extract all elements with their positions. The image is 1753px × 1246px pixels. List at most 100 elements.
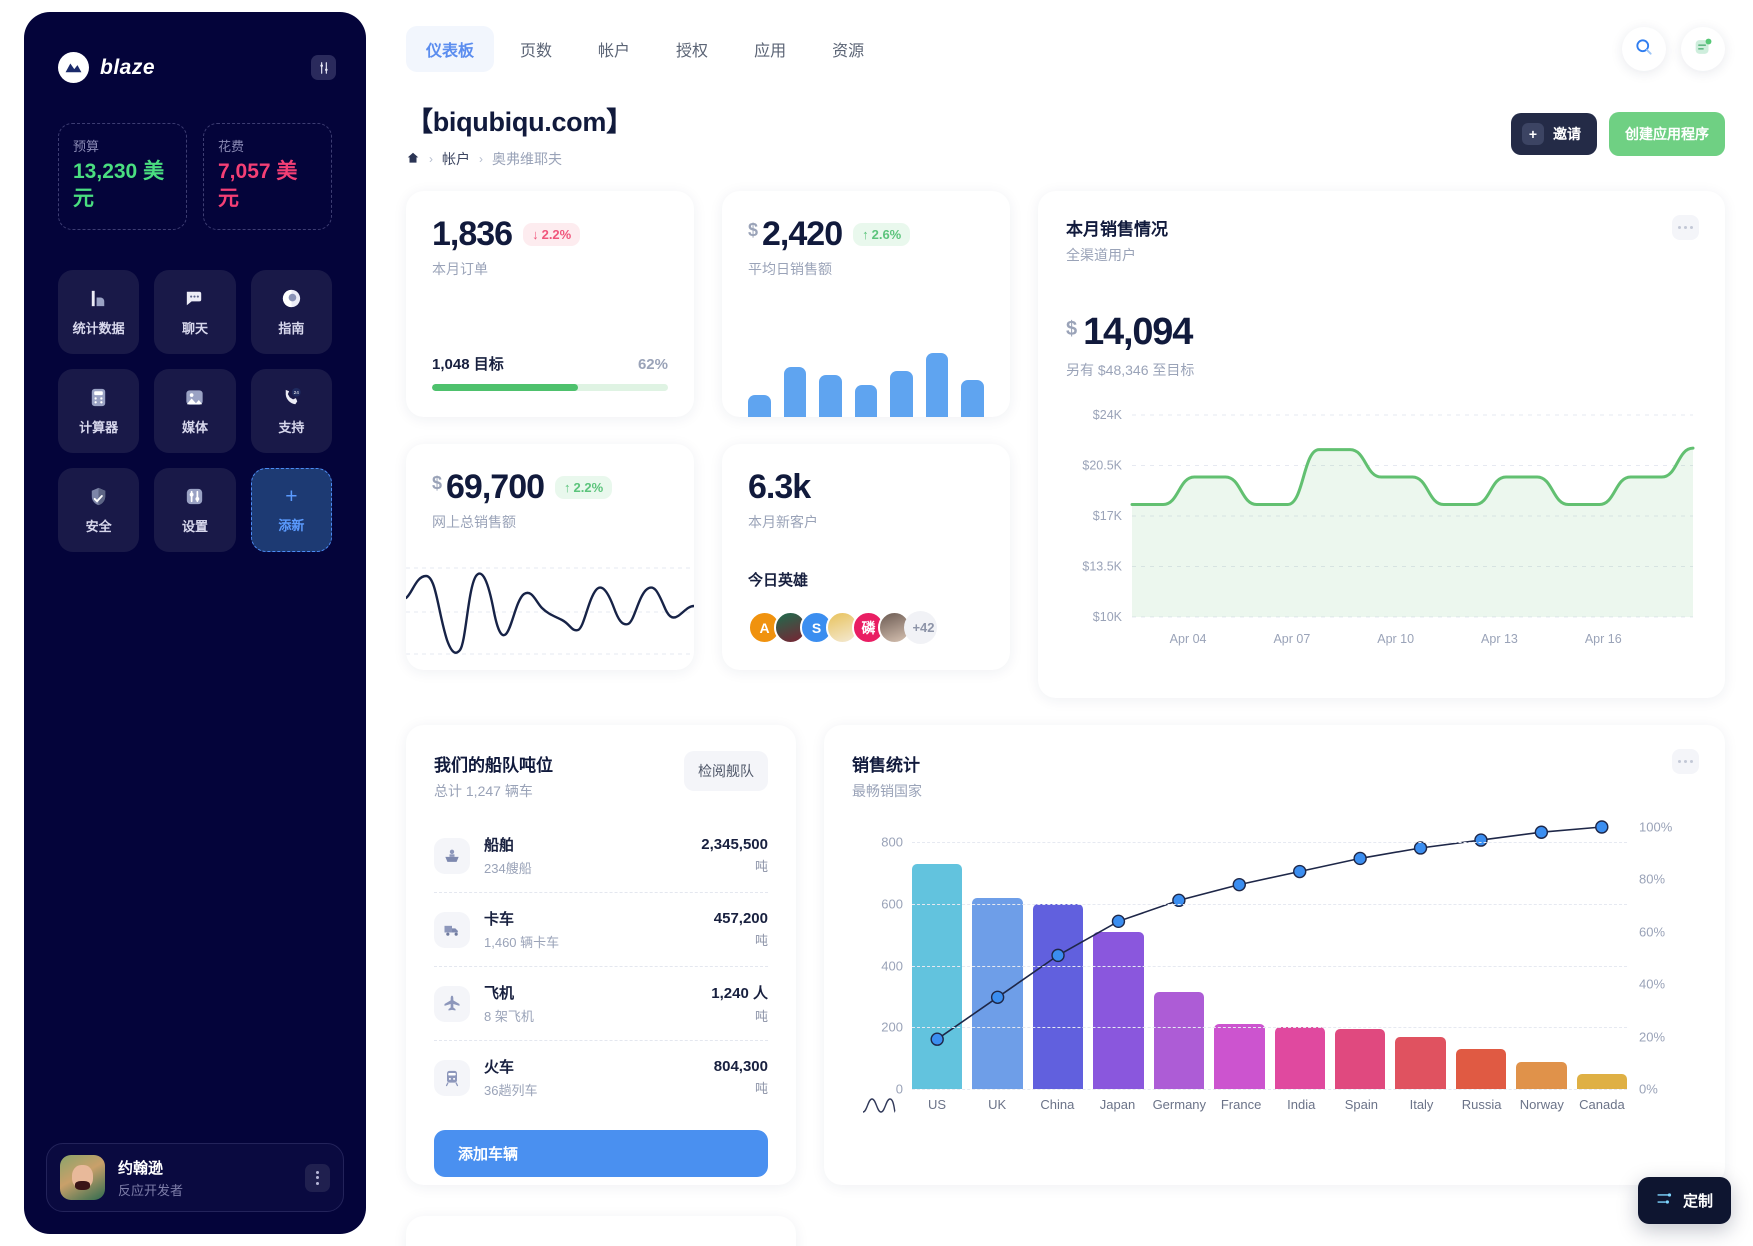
new-customers-label: 本月新客户 [748,514,818,530]
breadcrumb-separator: › [479,152,483,166]
sidebar-tile-guide[interactable]: 指南 [250,269,332,354]
arrow-down-icon: ↓ [532,227,539,242]
sidebar-user-card[interactable]: 约翰逊 反应开发者 [46,1143,344,1212]
orders-label: 本月订单 [432,261,488,277]
monthly-sales-subtitle: 全渠道用户 [1066,247,1136,263]
sidebar-tile-statistics[interactable]: 统计数据 [58,269,140,354]
more-horizontal-icon[interactable] [1672,215,1699,240]
invite-button[interactable]: + 邀请 [1511,113,1597,155]
monthly-sales-currency: $ [1066,318,1078,340]
card-new-customers: 6.3k 本月新客户 今日英雄 A S 磷 +42 [722,444,1010,670]
pareto-y-label: 200 [881,1019,903,1035]
sidebar-tile-label: 聊天 [181,320,208,336]
area-chart-xtick: Apr 07 [1273,632,1310,646]
bottom-row: 我们的船队吨位 总计 1,247 辆车 检阅舰队 船舶 234艘船 2,345,… [406,698,1725,1185]
pareto-line-path [936,826,1602,1040]
search-button[interactable] [1622,27,1666,71]
home-icon[interactable] [406,151,420,168]
sidebar-tile-calculator[interactable]: 计算器 [58,368,140,453]
orders-goal-row: 1,048 目标 62% [432,353,668,374]
tab-accounts[interactable]: 帐户 [578,26,650,72]
sales-statistics-pareto-chart: 0 200 400 600 800 0% 20% 40% 60% 80% 100% US UK Chin… [852,815,1697,1145]
area-chart-fill [1132,448,1693,617]
fleet-row-text: 火车 36趟列车 [484,1056,537,1099]
fleet-unit: 吨 [754,933,768,948]
orders-goal: 1,048 目标 62% [432,353,668,391]
breadcrumb-item-account[interactable]: 帐户 [442,149,470,169]
pareto-y2-label: 100% [1639,819,1673,835]
tab-apps[interactable]: 应用 [734,26,806,72]
orders-goal-label: 1,048 目标 [432,356,504,373]
hero-avatar-overflow[interactable]: +42 [904,611,937,644]
pareto-line-point [990,990,1005,1005]
pareto-line-point [1051,948,1065,963]
sidebar-tile-label: 统计数据 [72,320,125,336]
customize-label: 定制 [1682,1193,1713,1210]
sidebar-tile-security[interactable]: 安全 [58,467,140,552]
sliders-icon [183,485,206,508]
pareto-gridline [912,842,1627,844]
review-fleet-button[interactable]: 检阅舰队 [684,751,768,791]
fleet-value: 457,200 [713,910,768,927]
fleet-unit: 吨 [754,1009,768,1024]
create-app-button[interactable]: 创建应用程序 [1609,112,1725,156]
sidebar-tile-add[interactable]: + 添新 [250,467,332,552]
pareto-gridline [912,904,1627,906]
add-vehicle-button[interactable]: 添加车辆 [434,1130,768,1177]
wave-chart-icon[interactable] [862,1093,896,1120]
avg-daily-bar [783,367,807,417]
orders-trend-badge: ↓ 2.2% [523,223,581,246]
phone-24-icon: 24 [280,386,303,409]
sliders-icon[interactable] [311,55,336,80]
sidebar-user-role: 反应开发者 [118,1182,184,1198]
orders-trend-value: 2.2% [541,227,572,242]
pareto-line-point [1534,825,1549,839]
fleet-meta: 8 架飞机 [484,1009,534,1024]
avg-daily-currency: $ [748,220,759,240]
fleet-row-plane[interactable]: 飞机 8 架飞机 1,240 人 吨 [434,966,768,1040]
pareto-y2-label: 20% [1639,1029,1666,1045]
sidebar-tile-chat[interactable]: 聊天 [154,269,236,354]
more-vertical-icon[interactable] [305,1163,330,1192]
avg-daily-bar [819,375,842,417]
pareto-line-point [1595,820,1609,834]
fleet-meta: 1,460 辆卡车 [484,935,560,950]
heroes-avatar-group[interactable]: A S 磷 +42 [748,611,937,644]
fleet-row-truck[interactable]: 卡车 1,460 辆卡车 457,200 吨 [434,892,768,966]
pareto-x-label: US [928,1097,947,1112]
online-sales-value-row: $ 69,700 ↑ 2.2% [432,468,668,507]
fleet-row-value: 2,345,500 吨 [701,836,768,875]
tab-dashboard[interactable]: 仪表板 [406,26,495,72]
avg-daily-bar [961,380,985,417]
tab-pages[interactable]: 页数 [500,26,572,72]
brand[interactable]: blaze [58,52,155,83]
kpi-budget-label: 预算 [73,139,100,154]
page-header: 【biqubiqu.com】 › 帐户 › 奥弗维耶夫 + 邀请 创建应用程序 [406,72,1725,169]
fleet-meta: 36趟列车 [484,1083,538,1098]
kpi-spend: 花费 7,057 美元 [203,123,332,230]
ship-icon [434,837,470,874]
fleet-header: 我们的船队吨位 总计 1,247 辆车 检阅舰队 [434,751,768,801]
sidebar-tile-support[interactable]: 24 支持 [250,368,332,453]
blaze-logo-icon [58,52,89,83]
more-horizontal-icon[interactable] [1672,749,1699,774]
arrow-up-icon: ↑ [564,480,571,495]
shield-icon [87,485,110,508]
sidebar-tile-media[interactable]: 媒体 [154,368,236,453]
fleet-name: 船舶 [484,837,515,854]
sidebar-tile-settings[interactable]: 设置 [154,467,236,552]
tab-resources[interactable]: 资源 [812,26,884,72]
plus-icon: + [1522,123,1544,145]
avg-daily-label: 平均日销售额 [748,261,832,277]
new-customers-value: 6.3k [748,468,811,506]
pareto-gridline [912,1089,1627,1090]
customize-button[interactable]: 定制 [1637,1177,1731,1224]
avg-daily-bar [748,394,771,417]
monthly-sales-value: 14,094 [1083,311,1193,353]
tab-authorization[interactable]: 授权 [656,26,728,72]
orders-value-row: 1,836 ↓ 2.2% [432,215,668,254]
notes-button[interactable] [1681,27,1725,71]
fleet-row-ship[interactable]: 船舶 234艘船 2,345,500 吨 [434,819,768,892]
fleet-row-train[interactable]: 火车 36趟列车 804,300 吨 [434,1040,768,1114]
